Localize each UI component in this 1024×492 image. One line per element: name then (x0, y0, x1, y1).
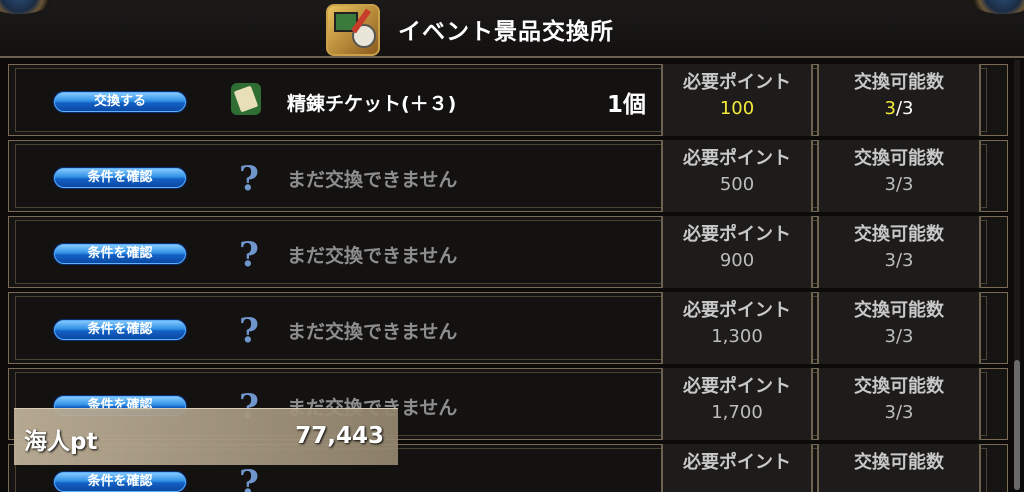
exchange-button[interactable]: 交換する (53, 91, 187, 113)
required-points-value: 900 (719, 250, 755, 271)
question-icon: ? (239, 159, 259, 199)
required-points-label: 必要ポイント (683, 376, 791, 397)
required-points-label: 必要ポイント (683, 72, 791, 93)
question-icon: ? (239, 311, 259, 351)
item-name: まだ交換できません (287, 169, 458, 191)
required-points-label: 必要ポイント (683, 224, 791, 245)
required-points-cell: 必要ポイント 100 (661, 64, 813, 136)
available-count-cell: 交換可能数 3/3 (817, 64, 981, 136)
header-bar: イベント景品交換所 (0, 0, 1024, 58)
required-points-value: 1,700 (711, 402, 763, 423)
points-value: 77,443 (295, 423, 384, 449)
required-points-cell: 必要ポイント 500 (661, 140, 813, 212)
available-count-cell: 交換可能数 3/3 (817, 140, 981, 212)
exchange-row: 条件を確認 ? まだ交換できません 必要ポイント 500 交換可能数 3/3 (8, 140, 1008, 212)
available-count-label: 交換可能数 (854, 452, 944, 473)
available-count-label: 交換可能数 (854, 376, 944, 397)
available-count-label: 交換可能数 (854, 148, 944, 169)
event-shop-icon (326, 4, 380, 56)
check-conditions-button[interactable]: 条件を確認 (53, 471, 187, 492)
check-conditions-button[interactable]: 条件を確認 (53, 243, 187, 265)
available-count-label: 交換可能数 (854, 224, 944, 245)
available-count-value: 3/3 (884, 98, 914, 119)
exchange-row: 交換する 精錬チケット(＋３) 1個 必要ポイント 100 交換可能数 3/3 (8, 64, 1008, 136)
required-points-cell: 必要ポイント (661, 444, 813, 492)
check-conditions-button[interactable]: 条件を確認 (53, 319, 187, 341)
available-count-cell: 交換可能数 3/3 (817, 216, 981, 288)
scrollbar-thumb[interactable] (1014, 360, 1020, 490)
item-name: まだ交換できません (287, 245, 458, 267)
item-name: まだ交換できません (287, 321, 458, 343)
required-points-cell: 必要ポイント 900 (661, 216, 813, 288)
available-count-cell: 交換可能数 (817, 444, 981, 492)
header-corner-ornament-left (0, 0, 54, 14)
exchange-row: 条件を確認 ? まだ交換できません 必要ポイント 1,300 交換可能数 3/3 (8, 292, 1008, 364)
available-count-cell: 交換可能数 3/3 (817, 368, 981, 440)
available-count-value: 3/3 (884, 326, 914, 347)
required-points-value: 500 (719, 174, 755, 195)
available-count-cell: 交換可能数 3/3 (817, 292, 981, 364)
required-points-cell: 必要ポイント 1,300 (661, 292, 813, 364)
ticket-icon (231, 83, 261, 115)
list-scrollbar[interactable] (1014, 60, 1020, 490)
required-points-label: 必要ポイント (683, 148, 791, 169)
available-count-value: 3/3 (884, 250, 914, 271)
required-points-value: 100 (719, 98, 755, 119)
required-points-label: 必要ポイント (683, 452, 791, 473)
question-icon: ? (239, 235, 259, 275)
required-points-value: 1,300 (711, 326, 763, 347)
points-label: 海人pt (24, 429, 98, 455)
available-count-label: 交換可能数 (854, 72, 944, 93)
points-panel: 海人pt 77,443 (14, 408, 398, 465)
required-points-label: 必要ポイント (683, 300, 791, 321)
header-corner-ornament-right (968, 0, 1024, 14)
page-title: イベント景品交換所 (398, 19, 614, 45)
exchange-row: 条件を確認 ? まだ交換できません 必要ポイント 900 交換可能数 3/3 (8, 216, 1008, 288)
available-count-label: 交換可能数 (854, 300, 944, 321)
required-points-cell: 必要ポイント 1,700 (661, 368, 813, 440)
item-quantity: 1個 (607, 92, 647, 118)
item-name: 精錬チケット(＋３) (287, 93, 457, 115)
available-count-value: 3/3 (884, 174, 914, 195)
question-icon: ? (239, 463, 259, 492)
available-count-value: 3/3 (884, 402, 914, 423)
check-conditions-button[interactable]: 条件を確認 (53, 167, 187, 189)
